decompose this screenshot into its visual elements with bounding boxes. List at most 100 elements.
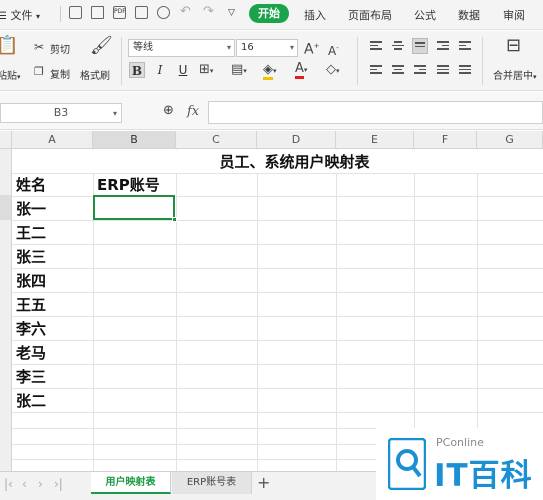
select-all-corner[interactable]	[0, 131, 12, 149]
title-cell[interactable]: 员工、系统用户映射表	[93, 150, 496, 173]
sheet-tab-user-mapping[interactable]: 用户映射表	[91, 472, 171, 494]
add-sheet-button[interactable]: +	[257, 473, 270, 492]
menu-file[interactable]: 文件	[10, 9, 32, 22]
gridline	[257, 149, 258, 471]
italic-button[interactable]: I	[152, 62, 168, 78]
align-middle-icon[interactable]	[392, 41, 404, 51]
tab-page-layout[interactable]: 页面布局	[348, 7, 392, 23]
font-color-icon[interactable]: A▾	[295, 61, 308, 79]
chevron-down-icon: ▾	[209, 67, 214, 75]
chevron-down-icon: ▾	[289, 43, 294, 52]
name-cell[interactable]: 老马	[16, 341, 46, 365]
font-size-select[interactable]: 16 ▾	[236, 39, 298, 57]
save-icon[interactable]	[91, 6, 104, 19]
tab-formulas[interactable]: 公式	[414, 7, 436, 23]
paste-button[interactable]: 粘贴▾	[0, 67, 21, 82]
merge-center-button[interactable]: 合并居中▾	[493, 67, 537, 82]
column-header-b[interactable]: B	[93, 131, 176, 149]
quick-access-dropdown-icon[interactable]: ▽	[228, 8, 235, 18]
indent-increase-icon[interactable]	[459, 41, 471, 51]
paste-icon[interactable]: 📋	[0, 37, 18, 55]
header-erp-cell[interactable]: ERP账号	[97, 173, 160, 197]
name-cell[interactable]: 王五	[16, 293, 46, 317]
format-painter-icon[interactable]: 🖌	[90, 37, 113, 55]
merge-center-label: 合并居中	[493, 71, 533, 82]
sheet-tab-erp-accounts[interactable]: ERP账号表	[172, 472, 252, 494]
name-cell[interactable]: 张二	[16, 389, 46, 413]
selected-cell[interactable]	[93, 195, 177, 222]
print-icon[interactable]	[135, 6, 148, 19]
gridline	[12, 220, 543, 221]
name-box[interactable]: B3 ▾	[0, 103, 122, 123]
column-header-c[interactable]: C	[176, 131, 257, 149]
decrease-font-icon[interactable]: A-	[328, 41, 339, 58]
print-preview-icon[interactable]	[157, 6, 170, 19]
align-left-icon[interactable]	[370, 65, 382, 75]
gridline	[12, 173, 543, 174]
pdf-icon[interactable]: PDF	[113, 6, 126, 19]
column-header-g[interactable]: G	[477, 131, 543, 149]
align-top-icon[interactable]	[370, 41, 382, 51]
copy-button[interactable]: 复制	[50, 66, 70, 81]
first-sheet-icon[interactable]: |‹	[4, 477, 13, 491]
last-sheet-icon[interactable]: ›|	[54, 477, 63, 491]
font-name-select[interactable]: 等线 ▾	[128, 39, 235, 57]
underline-button[interactable]: U	[175, 62, 191, 78]
name-cell[interactable]: 张四	[16, 269, 46, 293]
undo-icon[interactable]: ↶	[180, 4, 191, 19]
fx-icon[interactable]: fx	[187, 104, 199, 119]
column-header-e[interactable]: E	[336, 131, 414, 149]
chevron-down-icon: ▾	[533, 73, 537, 81]
menu-file-icon[interactable]: ☰ 文件 ▾	[0, 7, 40, 23]
prev-sheet-icon[interactable]: ‹	[22, 477, 27, 491]
redo-icon[interactable]: ↷	[203, 4, 214, 19]
name-cell[interactable]: 张三	[16, 245, 46, 269]
increase-font-icon[interactable]: A+	[304, 39, 319, 57]
justify-icon[interactable]	[437, 65, 449, 75]
formula-bar: B3 ▾ ⊕ fx	[0, 92, 543, 130]
name-cell[interactable]: 李六	[16, 317, 46, 341]
paste-label: 粘贴	[0, 71, 17, 82]
bold-button[interactable]: B	[129, 62, 145, 78]
align-right-icon[interactable]	[414, 65, 426, 75]
column-header-f[interactable]: F	[414, 131, 477, 149]
fill-handle[interactable]	[172, 217, 177, 222]
column-header-d[interactable]: D	[257, 131, 336, 149]
cut-button[interactable]: 剪切	[50, 41, 70, 56]
watermark-big-text: IT百科	[434, 458, 533, 494]
ribbon-divider	[121, 37, 122, 85]
copy-icon[interactable]: ❐	[34, 65, 44, 79]
align-center-icon[interactable]	[392, 65, 404, 75]
gridline	[414, 149, 415, 471]
gridline	[477, 149, 478, 471]
tab-data[interactable]: 数据	[458, 7, 480, 23]
name-cell[interactable]: 王二	[16, 221, 46, 245]
tab-home[interactable]: 开始	[249, 4, 289, 23]
fill-color-icon[interactable]: ◈▾	[263, 62, 277, 80]
name-cell[interactable]: 李三	[16, 365, 46, 389]
merge-center-icon[interactable]: ⊟	[506, 37, 521, 55]
row-header-active[interactable]	[0, 195, 12, 220]
next-sheet-icon[interactable]: ›	[38, 477, 43, 491]
zoom-search-icon[interactable]: ⊕	[163, 104, 174, 118]
column-header-a[interactable]: A	[12, 131, 93, 149]
indent-decrease-icon[interactable]	[437, 41, 449, 51]
chevron-down-icon: ▾	[226, 43, 231, 52]
new-file-icon[interactable]	[69, 6, 82, 19]
gridline	[12, 364, 543, 365]
header-name-cell[interactable]: 姓名	[16, 173, 46, 197]
tab-insert[interactable]: 插入	[304, 7, 326, 23]
align-bottom-icon[interactable]	[412, 38, 428, 54]
chevron-down-icon: ▾	[303, 66, 308, 74]
name-cell[interactable]: 张一	[16, 197, 46, 221]
border-icon[interactable]: ⊞▾	[199, 63, 213, 78]
fill-pattern-icon[interactable]: ▤▾	[231, 63, 247, 78]
scissors-icon[interactable]: ✂	[34, 40, 44, 54]
pconline-logo-icon	[388, 438, 426, 490]
gridline	[176, 149, 177, 471]
clear-format-icon[interactable]: ◇▾	[326, 63, 340, 78]
format-painter-button[interactable]: 格式刷	[80, 67, 110, 82]
distributed-icon[interactable]	[459, 65, 471, 75]
formula-input[interactable]	[208, 101, 543, 124]
tab-review[interactable]: 审阅	[503, 7, 525, 23]
